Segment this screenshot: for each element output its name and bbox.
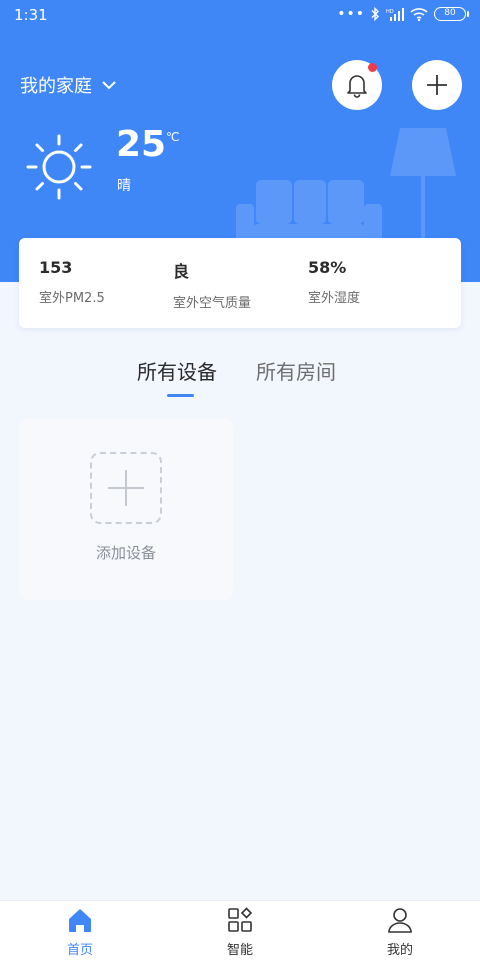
tab-all-rooms[interactable]: 所有房间 <box>256 356 336 385</box>
svg-text:HD: HD <box>386 9 394 15</box>
home-icon <box>69 909 91 932</box>
nav-smart-label: 智能 <box>226 943 253 958</box>
bluetooth-icon <box>371 7 379 21</box>
home-selector[interactable]: 我的家庭 <box>20 72 116 98</box>
wifi-icon <box>410 8 428 21</box>
stat-label: 室外空气质量 <box>173 296 252 311</box>
temperature: 25 <box>116 124 167 165</box>
device-tabs: 所有设备 所有房间 <box>0 352 480 402</box>
stat-pm25: 153 室外PM2.5 <box>39 258 105 306</box>
grid-icon <box>228 907 253 932</box>
outdoor-info-card: 153 室外PM2.5 良 室外空气质量 58% 室外湿度 <box>19 238 461 328</box>
stat-value: 58% <box>308 258 347 277</box>
home-name: 我的家庭 <box>20 76 92 97</box>
stat-label: 室外PM2.5 <box>39 291 105 306</box>
signal-icon: HD <box>386 8 404 21</box>
more-icon: ••• <box>337 6 365 22</box>
status-bar: 1:31 ••• HD 80 <box>0 0 480 32</box>
status-icons: ••• HD 80 <box>337 6 469 22</box>
stat-value: 良 <box>173 262 190 281</box>
tab-indicator <box>167 394 194 397</box>
stat-air-quality: 良 室外空气质量 <box>173 258 251 311</box>
add-device-label: 添加设备 <box>95 544 156 562</box>
stat-value: 153 <box>39 258 73 277</box>
bell-icon <box>347 75 367 98</box>
add-device-card[interactable]: 添加设备 <box>19 418 233 600</box>
stat-label: 室外湿度 <box>308 291 361 306</box>
temperature-unit: ℃ <box>166 130 180 144</box>
weather-description: 晴 <box>117 178 131 194</box>
status-time: 1:31 <box>14 6 48 24</box>
add-button[interactable] <box>412 60 462 110</box>
bottom-nav: 首页 智能 我的 <box>0 900 480 960</box>
nav-home[interactable]: 首页 <box>40 907 120 958</box>
notification-button[interactable] <box>332 60 382 110</box>
battery-icon: 80 <box>434 7 469 21</box>
chevron-down-icon <box>102 80 116 89</box>
plus-icon <box>427 75 447 95</box>
tab-all-devices[interactable]: 所有设备 <box>137 356 217 385</box>
add-device-box <box>90 452 162 524</box>
person-icon <box>388 908 412 933</box>
sun-icon <box>26 134 92 200</box>
nav-me[interactable]: 我的 <box>360 907 440 958</box>
nav-smart[interactable]: 智能 <box>200 907 280 958</box>
stat-humidity: 58% 室外湿度 <box>308 258 360 306</box>
nav-home-label: 首页 <box>66 943 93 958</box>
plus-icon <box>108 470 144 506</box>
nav-me-label: 我的 <box>386 943 413 958</box>
notification-badge <box>368 63 377 72</box>
